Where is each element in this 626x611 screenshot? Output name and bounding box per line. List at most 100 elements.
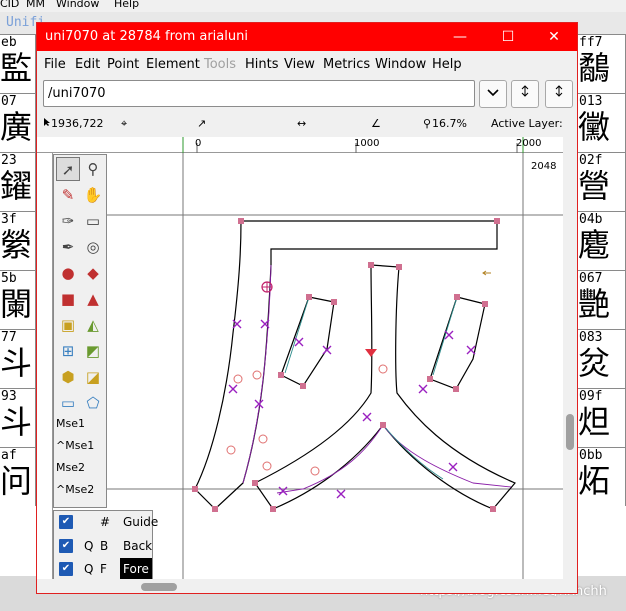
menu-point[interactable]: Point: [107, 54, 139, 76]
glyph-cell[interactable]: 083 炃: [578, 329, 626, 388]
glyph-cell[interactable]: 07 廣: [0, 93, 36, 152]
3d-rotate-tool-icon[interactable]: ⬢: [56, 365, 80, 389]
pointer-tool-icon[interactable]: ➚: [56, 157, 80, 181]
angle-icon: ∠: [371, 117, 381, 130]
freehand-tool-icon[interactable]: ✎: [56, 183, 80, 207]
next-glyph-button[interactable]: [545, 80, 573, 108]
menu-edit[interactable]: Edit: [75, 54, 100, 76]
layer-palette: ✔ # Guide ✔ Q B Back ✔ Q F Fore: [53, 510, 158, 580]
glyph-cell[interactable]: 0bb 炻: [578, 447, 626, 506]
chevron-down-icon[interactable]: [479, 80, 507, 108]
layer-row-fore[interactable]: ✔ Q F Fore: [54, 558, 154, 580]
vertical-ruler: [37, 153, 53, 579]
curve-point-tool-icon[interactable]: ●: [56, 261, 80, 285]
menu-window[interactable]: Window: [375, 54, 426, 76]
glyph-cell[interactable]: 23 鑃: [0, 152, 36, 211]
title-bar[interactable]: uni7070 at 28784 from arialuni — ☐ ✕: [37, 23, 577, 51]
perspective-tool-icon[interactable]: ◪: [81, 365, 105, 389]
glyph-code: 93: [0, 389, 35, 405]
glyph-preview: 縈: [0, 228, 33, 262]
scale-tool-icon[interactable]: ▣: [56, 313, 80, 337]
magnify-tool-icon[interactable]: ⚲: [81, 157, 105, 181]
glyph-code: 23: [0, 153, 35, 169]
ruler-tool-icon[interactable]: ▭: [81, 209, 105, 233]
pen-tool-icon[interactable]: ✒: [56, 235, 80, 259]
close-button[interactable]: ✕: [531, 23, 577, 51]
em-size-label: 2048: [531, 161, 557, 172]
glyph-name-input[interactable]: /uni7070: [43, 80, 475, 107]
ctrl-mouse2-label: ^Mse2: [56, 483, 95, 496]
glyph-cell[interactable]: eb 監: [0, 34, 36, 93]
glyph-cell[interactable]: ff7 鷸: [578, 34, 626, 93]
horizontal-scrollbar[interactable]: [37, 579, 563, 593]
glyph-cell[interactable]: 02f 營: [578, 152, 626, 211]
glyph-code: 09f: [578, 389, 625, 405]
glyph-cell[interactable]: 04b 麅: [578, 211, 626, 270]
menu-element[interactable]: Element: [146, 54, 200, 76]
glyph-code: 5b: [0, 271, 35, 287]
glyph-cell[interactable]: 013 黴: [578, 93, 626, 152]
layer-row-back[interactable]: ✔ Q B Back: [54, 535, 154, 557]
maximize-button[interactable]: ☐: [485, 23, 531, 51]
layer-row-guide[interactable]: ✔ # Guide: [54, 511, 158, 533]
cursor-position: 1936,722: [51, 117, 104, 130]
menu-bar: File Edit Point Element Tools Hints View…: [37, 53, 577, 75]
zoom-level: 16.7%: [432, 117, 467, 130]
bg-menu-mm[interactable]: MM: [26, 0, 45, 9]
glyph-cell[interactable]: af 问: [0, 447, 36, 506]
horizontal-scroll-thumb[interactable]: [141, 583, 177, 591]
glyph-cell[interactable]: 09f 炟: [578, 388, 626, 447]
background-glyph-column-left: eb 監 07 廣 23 鑃 3f 縈 5b 闌 77 斗 93 斗 af 问: [0, 34, 36, 576]
background-menubar: CID MM Window Help: [0, 0, 626, 12]
glyph-code: 07: [0, 94, 35, 110]
menu-hints[interactable]: Hints: [245, 54, 279, 76]
check-icon[interactable]: ✔: [59, 539, 73, 553]
rectangle-tool-icon[interactable]: ▭: [56, 391, 80, 415]
glyph-preview: 炃: [578, 346, 611, 380]
layer-name: Back: [123, 539, 153, 553]
window-title: uni7070 at 28784 from arialuni: [45, 29, 248, 44]
vertical-scrollbar[interactable]: [563, 137, 577, 579]
menu-metrics[interactable]: Metrics: [323, 54, 370, 76]
glyph-cell[interactable]: 5b 闌: [0, 270, 36, 329]
menu-view[interactable]: View: [284, 54, 315, 76]
rotate-tool-icon[interactable]: ⊞: [56, 339, 80, 363]
previous-glyph-button[interactable]: [511, 80, 539, 108]
glyph-preview: 炻: [578, 464, 611, 498]
menu-tools[interactable]: Tools: [204, 54, 236, 76]
bg-menu-help[interactable]: Help: [114, 0, 139, 9]
glyph-preview: 斗: [0, 405, 33, 439]
minimize-button[interactable]: —: [437, 23, 483, 51]
glyph-code: 0bb: [578, 448, 625, 464]
background-glyph-column-right: ff7 鷸 013 黴 02f 營 04b 麅 067 艷 083 炃 09f 炟 0bb 炻: [578, 34, 626, 576]
ruler-label-0: 0: [195, 138, 202, 149]
glyph-window: uni7070 at 28784 from arialuni — ☐ ✕ Fil…: [36, 22, 578, 594]
glyph-cell[interactable]: 93 斗: [0, 388, 36, 447]
corner-point-tool-icon[interactable]: ■: [56, 287, 80, 311]
glyph-cell[interactable]: 77 斗: [0, 329, 36, 388]
menu-help[interactable]: Help: [432, 54, 462, 76]
tangent-point-tool-icon[interactable]: ▲: [81, 287, 105, 311]
hv-curve-point-tool-icon[interactable]: ◆: [81, 261, 105, 285]
knife-tool-icon[interactable]: ✑: [56, 209, 80, 233]
horizontal-ruler: 0 1000 2000: [37, 137, 563, 153]
glyph-cell[interactable]: 067 艷: [578, 270, 626, 329]
selection-info-icon: ↗: [197, 117, 207, 130]
ctrl-mouse1-label: ^Mse1: [56, 439, 95, 452]
glyph-cell[interactable]: 3f 縈: [0, 211, 36, 270]
glyph-preview: 闌: [0, 287, 33, 321]
hand-tool-icon[interactable]: ✋: [81, 183, 105, 207]
check-icon[interactable]: ✔: [59, 515, 73, 529]
bg-menu-window[interactable]: Window: [56, 0, 99, 9]
layer-name: Guide: [123, 515, 159, 529]
skew-tool-icon[interactable]: ◩: [81, 339, 105, 363]
glyph-code: ff7: [578, 35, 625, 51]
spiro-tool-icon[interactable]: ◎: [81, 235, 105, 259]
menu-file[interactable]: File: [44, 54, 66, 76]
layer-name: Fore: [120, 558, 152, 580]
bg-menu-cid[interactable]: CID: [0, 0, 19, 9]
check-icon[interactable]: ✔: [59, 562, 73, 576]
polygon-tool-icon[interactable]: ⬠: [81, 391, 105, 415]
flip-tool-icon[interactable]: ◭: [81, 313, 105, 337]
vertical-scroll-thumb[interactable]: [566, 414, 574, 450]
